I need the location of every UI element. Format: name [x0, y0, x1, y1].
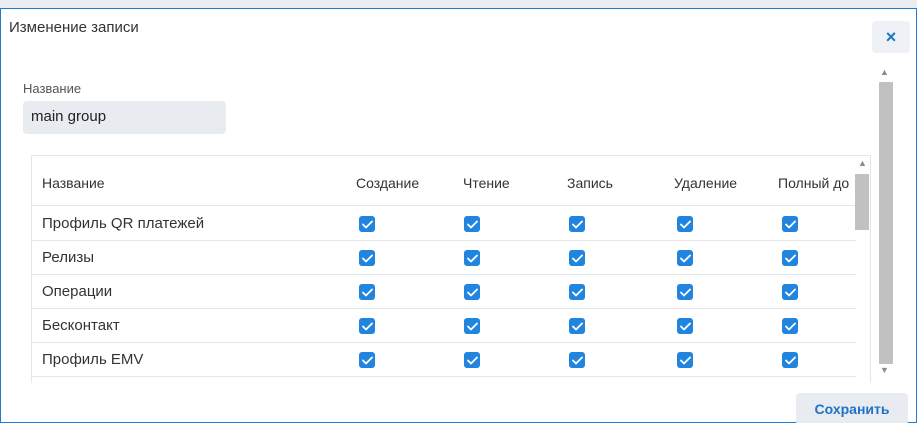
checkbox-delete[interactable]	[677, 250, 693, 266]
checkmark-icon	[679, 254, 691, 262]
checkmark-icon	[361, 356, 373, 364]
checkmark-icon	[679, 220, 691, 228]
checkbox-full[interactable]	[782, 250, 798, 266]
checkmark-icon	[466, 220, 478, 228]
save-button[interactable]: Сохранить	[796, 393, 908, 423]
table-row: Профиль QR платежей	[32, 207, 856, 241]
table-row: Бесконтакт	[32, 309, 856, 343]
checkbox-write[interactable]	[569, 284, 585, 300]
checkbox-full[interactable]	[782, 352, 798, 368]
checkbox-full[interactable]	[782, 284, 798, 300]
checkmark-icon	[679, 288, 691, 296]
checkmark-icon	[361, 288, 373, 296]
checkbox-delete[interactable]	[677, 216, 693, 232]
checkmark-icon	[466, 288, 478, 296]
row-name: Профиль QR платежей	[42, 215, 205, 232]
checkbox-read[interactable]	[464, 216, 480, 232]
arrow-up-icon[interactable]: ▲	[858, 158, 867, 168]
scrollbar-thumb[interactable]	[879, 82, 893, 364]
column-header-read[interactable]: Чтение	[463, 175, 510, 191]
permissions-table: Название Создание Чтение Запись Удаление…	[31, 155, 871, 383]
checkbox-delete[interactable]	[677, 352, 693, 368]
checkmark-icon	[679, 356, 691, 364]
column-header-write[interactable]: Запись	[567, 175, 613, 191]
checkbox-write[interactable]	[569, 318, 585, 334]
column-header-create[interactable]: Создание	[356, 175, 419, 191]
close-button[interactable]: ×	[872, 21, 910, 53]
checkbox-write[interactable]	[569, 250, 585, 266]
checkbox-delete[interactable]	[677, 284, 693, 300]
checkbox-create[interactable]	[359, 318, 375, 334]
row-name: Релизы	[42, 249, 94, 266]
table-row: Операции	[32, 275, 856, 309]
checkmark-icon	[571, 220, 583, 228]
checkbox-read[interactable]	[464, 250, 480, 266]
checkmark-icon	[679, 322, 691, 330]
checkmark-icon	[361, 254, 373, 262]
checkmark-icon	[571, 322, 583, 330]
checkmark-icon	[784, 220, 796, 228]
checkbox-create[interactable]	[359, 250, 375, 266]
checkmark-icon	[466, 322, 478, 330]
table-header: Название Создание Чтение Запись Удаление…	[32, 156, 856, 206]
checkmark-icon	[571, 356, 583, 364]
arrow-down-icon[interactable]: ▼	[880, 365, 889, 375]
table-scrollbar[interactable]: ▲	[854, 156, 870, 383]
checkmark-icon	[361, 220, 373, 228]
table-row: Профиль EMV	[32, 343, 856, 377]
table-row: Релизы	[32, 241, 856, 275]
checkbox-write[interactable]	[569, 216, 585, 232]
checkbox-read[interactable]	[464, 318, 480, 334]
checkbox-full[interactable]	[782, 318, 798, 334]
checkmark-icon	[466, 356, 478, 364]
arrow-up-icon[interactable]: ▲	[880, 67, 889, 77]
row-name: Профиль EMV	[42, 351, 144, 368]
checkmark-icon	[784, 322, 796, 330]
checkbox-delete[interactable]	[677, 318, 693, 334]
dialog-title: Изменение записи	[9, 19, 139, 36]
checkbox-create[interactable]	[359, 284, 375, 300]
checkmark-icon	[571, 288, 583, 296]
row-name: Операции	[42, 283, 113, 300]
checkmark-icon	[784, 254, 796, 262]
checkmark-icon	[784, 288, 796, 296]
checkbox-read[interactable]	[464, 352, 480, 368]
background-strip	[0, 0, 917, 8]
table-scrollbar-thumb[interactable]	[855, 174, 869, 230]
checkbox-create[interactable]	[359, 352, 375, 368]
column-header-full[interactable]: Полный до	[778, 175, 849, 191]
column-header-name[interactable]: Название	[42, 175, 105, 191]
edit-record-dialog: Изменение записи × ▲ ▼ Название main gro…	[0, 8, 917, 423]
dialog-scrollbar[interactable]: ▲ ▼	[876, 65, 894, 377]
checkmark-icon	[361, 322, 373, 330]
checkbox-full[interactable]	[782, 216, 798, 232]
checkbox-create[interactable]	[359, 216, 375, 232]
checkbox-read[interactable]	[464, 284, 480, 300]
close-icon: ×	[885, 26, 897, 47]
checkbox-write[interactable]	[569, 352, 585, 368]
row-name: Бесконтакт	[42, 317, 120, 334]
name-field[interactable]: main group	[23, 101, 226, 134]
column-header-delete[interactable]: Удаление	[674, 175, 737, 191]
name-field-label: Название	[23, 81, 82, 96]
checkmark-icon	[466, 254, 478, 262]
checkmark-icon	[571, 254, 583, 262]
checkmark-icon	[784, 356, 796, 364]
